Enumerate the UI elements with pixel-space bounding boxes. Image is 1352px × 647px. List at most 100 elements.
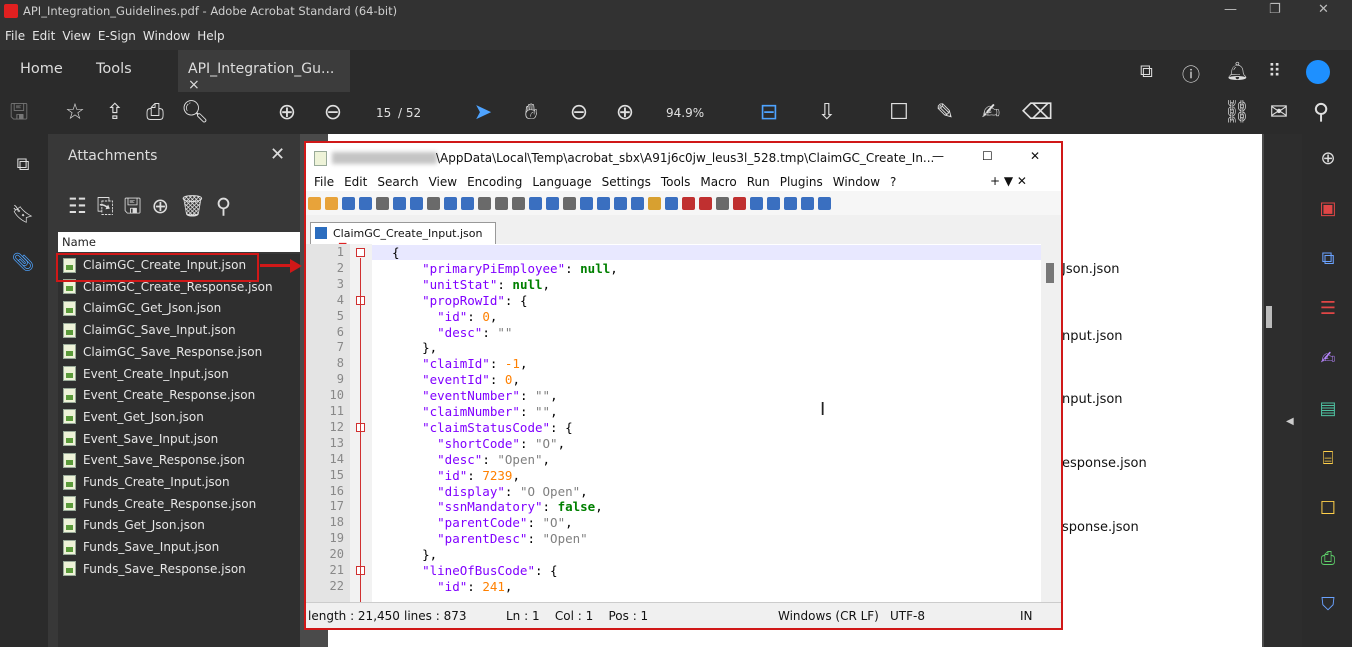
- bookmark-star-icon[interactable]: ☆: [60, 98, 90, 128]
- attachment-item[interactable]: Event_Create_Response.json: [58, 384, 300, 406]
- scroll-thumb[interactable]: [1266, 306, 1272, 328]
- highlight-pen-icon[interactable]: ✎: [930, 98, 960, 128]
- window-title: API_Integration_Guidelines.pdf - Adobe A…: [23, 4, 398, 18]
- bookmarks-icon[interactable]: 🔖︎: [8, 204, 38, 225]
- attachment-item[interactable]: ClaimGC_Save_Response.json: [58, 341, 300, 363]
- collapse-arrow-icon[interactable]: ◀: [1286, 416, 1294, 427]
- page-number-input[interactable]: 15: [376, 106, 391, 120]
- attachment-item[interactable]: Funds_Create_Response.json: [58, 493, 300, 515]
- attachment-item[interactable]: Funds_Save_Response.json: [58, 558, 300, 580]
- json-file-icon: [63, 387, 76, 403]
- scroll-mode-icon[interactable]: ⇩: [812, 98, 842, 128]
- select-cursor-icon[interactable]: ➤: [468, 98, 498, 128]
- attachment-item[interactable]: Event_Get_Json.json: [58, 406, 300, 428]
- print-icon[interactable]: ⎙: [140, 98, 170, 128]
- options-menu-icon[interactable]: ☷: [68, 194, 97, 218]
- attachment-filename: Funds_Save_Response.json: [83, 561, 246, 576]
- zoom-search-icon[interactable]: 🔍︎: [180, 98, 210, 128]
- prev-page-icon[interactable]: ⊕: [272, 98, 302, 128]
- account-avatar[interactable]: [1306, 60, 1330, 84]
- sign-icon[interactable]: ✍: [976, 98, 1006, 128]
- apps-grid-icon[interactable]: ⠿: [1268, 61, 1281, 82]
- menu-help[interactable]: Help: [197, 29, 224, 43]
- attachments-paperclip-icon[interactable]: 📎︎: [8, 252, 38, 273]
- compress-icon[interactable]: ⌸: [1314, 448, 1342, 469]
- attachment-item[interactable]: Event_Save_Input.json: [58, 428, 300, 450]
- erase-icon[interactable]: ⌫: [1022, 98, 1053, 128]
- next-page-icon[interactable]: ⊖: [318, 98, 348, 128]
- tab-document[interactable]: API_Integration_Gu... ×: [178, 50, 350, 93]
- notification-bell-icon[interactable]: 🔔︎: [1226, 61, 1249, 82]
- json-file-icon: [63, 517, 76, 533]
- menu-esign[interactable]: E-Sign: [98, 29, 136, 43]
- attachment-filename: Funds_Get_Json.json: [83, 518, 205, 533]
- help-icon[interactable]: ⓘ: [1182, 61, 1200, 87]
- acrobat-toolbar: 🖫 ☆ ⇪ ⎙ 🔍︎ ⊕ ⊖ 15 / 52 ➤ ✋︎ ⊖ ⊕ 94.9% ⊟ …: [0, 92, 1352, 134]
- minimize-button[interactable]: —: [1224, 2, 1237, 17]
- zoom-tool-icon[interactable]: ⊕: [1314, 148, 1342, 169]
- menu-window[interactable]: Window: [143, 29, 190, 43]
- page-view-icon[interactable]: ⊟: [754, 98, 784, 128]
- json-file-icon: [63, 452, 76, 468]
- menu-file[interactable]: File: [5, 29, 25, 43]
- attachment-filename: ClaimGC_Get_Json.json: [83, 301, 222, 316]
- attachment-filename: ClaimGC_Save_Response.json: [83, 344, 263, 359]
- acrobat-menubar: File Edit View E-Sign Window Help: [0, 22, 1352, 50]
- zoom-level[interactable]: 94.9%: [666, 106, 704, 120]
- comment-icon[interactable]: ☐: [884, 98, 914, 128]
- share-icon[interactable]: ⧉: [1140, 61, 1153, 82]
- json-file-icon: [63, 409, 76, 425]
- close-window-button[interactable]: ✕: [1318, 2, 1329, 17]
- attachment-item[interactable]: Event_Create_Input.json: [58, 363, 300, 385]
- attachment-filename: Event_Get_Json.json: [83, 409, 204, 424]
- search-attachment-icon[interactable]: ⚲: [216, 194, 241, 218]
- json-file-icon: [63, 300, 76, 316]
- hand-tool-icon[interactable]: ✋︎: [516, 98, 546, 128]
- upload-cloud-icon[interactable]: ⇪: [100, 98, 130, 128]
- page-scrollbar[interactable]: ◀: [1264, 134, 1302, 647]
- json-file-icon: [63, 496, 76, 512]
- zoom-out-icon[interactable]: ⊖: [564, 98, 594, 128]
- add-attachment-icon[interactable]: ⊕: [152, 194, 180, 218]
- attachment-filename: Event_Create_Input.json: [83, 366, 229, 381]
- attachment-item[interactable]: ClaimGC_Get_Json.json: [58, 297, 300, 319]
- attachment-list: ClaimGC_Create_Input.json ClaimGC_Create_…: [58, 254, 300, 647]
- comment-tool-icon[interactable]: ☐: [1314, 498, 1342, 519]
- page-total: / 52: [398, 106, 422, 120]
- zoom-in-icon[interactable]: ⊕: [610, 98, 640, 128]
- attachment-item[interactable]: Event_Save_Response.json: [58, 449, 300, 471]
- attachments-panel: Attachments ✕ ☷⎘🖫⊕🗑︎⚲ Name ClaimGC_Creat…: [48, 134, 300, 647]
- attachment-item[interactable]: Funds_Get_Json.json: [58, 514, 300, 536]
- attachment-item[interactable]: ClaimGC_Save_Input.json: [58, 319, 300, 341]
- tab-home[interactable]: Home: [20, 61, 63, 77]
- attachment-filename: Event_Save_Response.json: [83, 453, 245, 468]
- tab-tools[interactable]: Tools: [96, 61, 132, 77]
- export-pdf-icon[interactable]: ▤: [1314, 398, 1342, 419]
- json-file-icon: [63, 366, 76, 381]
- protect-shield-icon[interactable]: ⛉: [1314, 594, 1342, 615]
- left-navigation-rail: ⧉ 🔖︎ 📎︎: [0, 134, 48, 647]
- page-text-fragment: esponse.json: [1062, 456, 1147, 471]
- close-panel-icon[interactable]: ✕: [270, 144, 285, 165]
- save-attachment-icon[interactable]: 🖫: [124, 194, 152, 218]
- save-icon[interactable]: 🖫: [4, 98, 34, 128]
- scan-icon[interactable]: ⎙: [1314, 548, 1342, 569]
- delete-attachment-icon[interactable]: 🗑︎: [179, 194, 216, 218]
- attachment-item[interactable]: Funds_Create_Input.json: [58, 471, 300, 493]
- json-file-icon: [63, 539, 76, 555]
- menu-edit[interactable]: Edit: [32, 29, 55, 43]
- page-text-fragment: nput.json: [1062, 392, 1123, 407]
- attachment-item[interactable]: Funds_Save_Input.json: [58, 536, 300, 558]
- link-icon[interactable]: ⛓: [1222, 98, 1252, 128]
- name-column-header[interactable]: Name: [58, 232, 300, 252]
- create-pdf-icon[interactable]: ▣: [1314, 198, 1342, 219]
- restore-button[interactable]: ❐: [1269, 2, 1281, 17]
- combine-files-icon[interactable]: ⧉: [1314, 248, 1342, 269]
- open-attachment-icon[interactable]: ⎘: [97, 194, 124, 218]
- organize-pages-icon[interactable]: ☰: [1314, 298, 1342, 319]
- find-person-icon[interactable]: ⚲: [1306, 98, 1336, 128]
- fill-sign-icon[interactable]: ✍: [1314, 348, 1342, 369]
- pages-thumbnail-icon[interactable]: ⧉: [8, 154, 38, 175]
- email-icon[interactable]: ✉: [1264, 98, 1294, 128]
- menu-view[interactable]: View: [62, 29, 90, 43]
